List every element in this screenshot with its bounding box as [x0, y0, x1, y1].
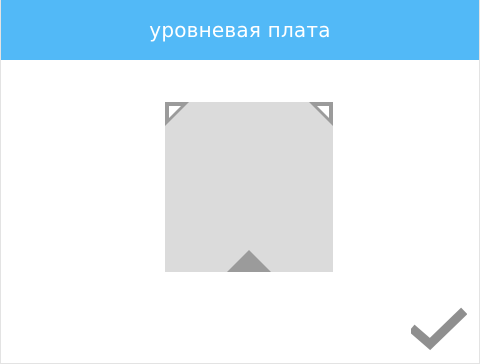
- level-plate-area: [165, 102, 333, 272]
- leveling-screen: уровневая плата: [0, 0, 480, 364]
- screen-title: уровневая плата: [149, 18, 331, 42]
- header-bar: уровневая плата: [1, 0, 479, 60]
- rear-center-marker-icon[interactable]: [227, 250, 271, 272]
- level-plate: [165, 102, 333, 272]
- confirm-checkmark-icon[interactable]: [411, 306, 467, 352]
- front-right-corner-marker-icon[interactable]: [309, 102, 333, 126]
- front-left-corner-marker-icon[interactable]: [165, 102, 189, 126]
